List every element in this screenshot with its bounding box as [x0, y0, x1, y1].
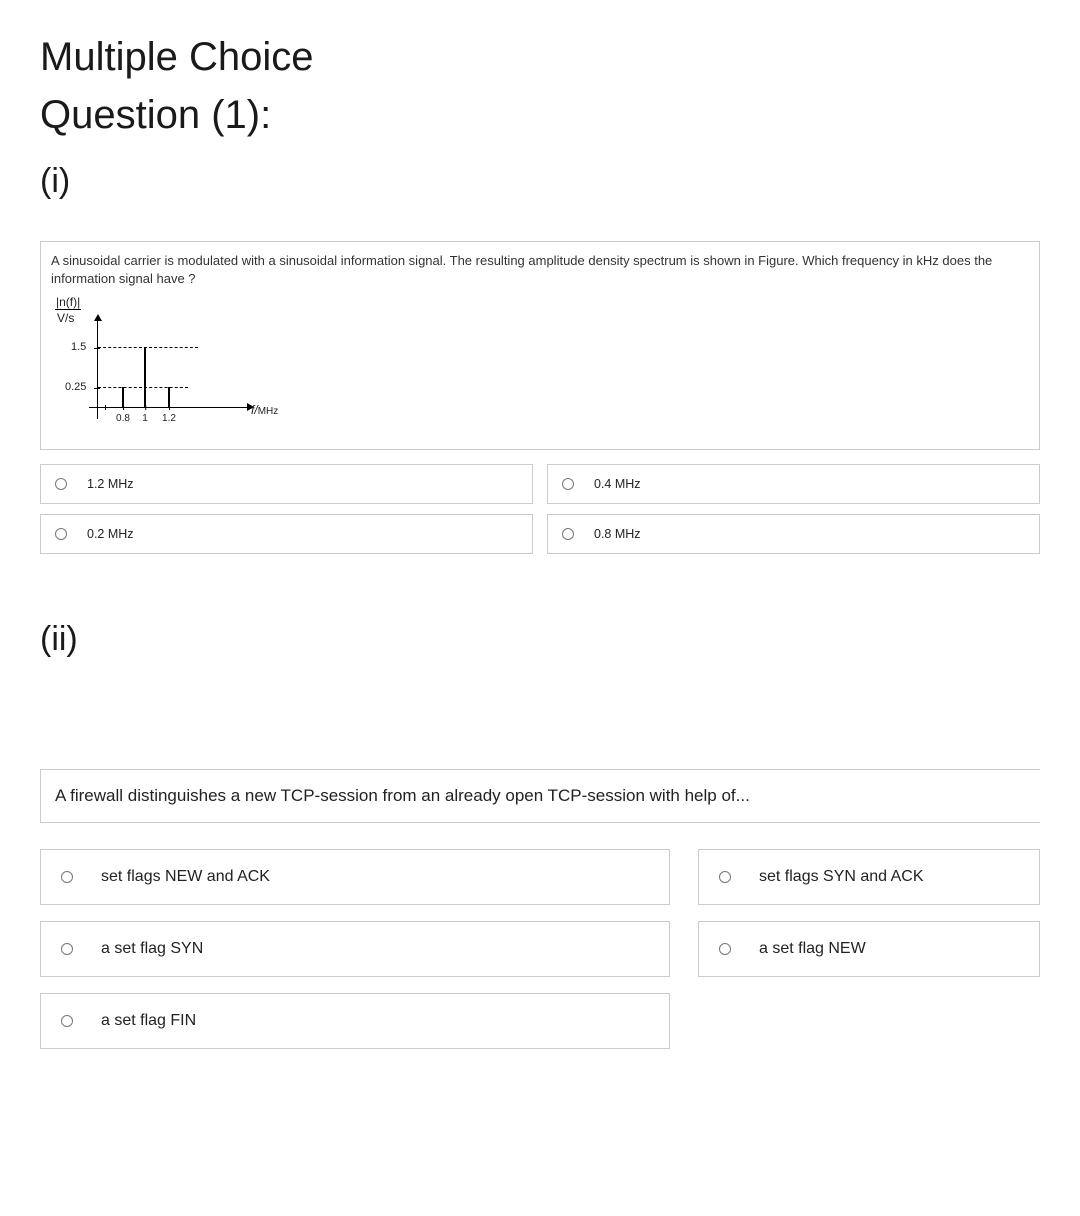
- spectrum-figure: |n(f)| V/s 1.5 0.25: [51, 295, 1029, 435]
- question-1-options: 1.2 MHz 0.2 MHz 0.4 MHz 0.8 MHz: [40, 464, 1040, 554]
- guide-0p25: [98, 387, 188, 388]
- x-tick-3: 1.2: [162, 413, 176, 424]
- q1-option-b-label: 0.4 MHz: [594, 477, 641, 491]
- q2-option-e-label: a set flag FIN: [101, 1012, 196, 1030]
- x-origin-cross: [105, 405, 106, 410]
- radio-icon: [562, 478, 574, 490]
- y-tick-1: 1.5: [71, 341, 86, 353]
- y-tick-2: 0.25: [65, 381, 86, 393]
- heading-line-1: Multiple Choice: [40, 28, 1040, 86]
- radio-icon: [719, 943, 731, 955]
- radio-icon: [61, 943, 73, 955]
- q2-option-d[interactable]: a set flag NEW: [698, 921, 1040, 977]
- x-tick-1: 0.8: [116, 413, 130, 424]
- radio-icon: [61, 1015, 73, 1027]
- q2-option-a[interactable]: set flags NEW and ACK: [40, 849, 670, 905]
- part-ii-label: (ii): [40, 620, 1040, 659]
- guide-1p5: [98, 347, 198, 348]
- question-1-block: A sinusoidal carrier is modulated with a…: [40, 241, 1040, 450]
- q2-option-c[interactable]: a set flag SYN: [40, 921, 670, 977]
- spike-0p8: [122, 387, 124, 407]
- q2-option-b-label: set flags SYN and ACK: [759, 868, 924, 886]
- q2-option-b[interactable]: set flags SYN and ACK: [698, 849, 1040, 905]
- question-2-text: A firewall distinguishes a new TCP-sessi…: [40, 769, 1040, 823]
- question-2-options: set flags NEW and ACK a set flag SYN a s…: [40, 849, 1040, 1049]
- part-i-label: (i): [40, 162, 1040, 201]
- spike-1p0: [144, 347, 146, 407]
- heading-line-2: Question (1):: [40, 86, 1040, 144]
- q1-option-a[interactable]: 1.2 MHz: [40, 464, 533, 504]
- spike-1p2: [168, 387, 170, 407]
- q1-option-d-label: 0.8 MHz: [594, 527, 641, 541]
- q1-option-a-label: 1.2 MHz: [87, 477, 134, 491]
- y-axis-label-top: |n(f)|: [55, 295, 81, 310]
- page-title: Multiple Choice Question (1):: [40, 28, 1040, 144]
- radio-icon: [61, 871, 73, 883]
- radio-icon: [562, 528, 574, 540]
- q2-option-e[interactable]: a set flag FIN: [40, 993, 670, 1049]
- q2-option-c-label: a set flag SYN: [101, 940, 203, 958]
- y-axis: [97, 319, 98, 419]
- q2-option-d-label: a set flag NEW: [759, 940, 866, 958]
- x-axis-label: f/MHz: [251, 403, 278, 417]
- q1-option-d[interactable]: 0.8 MHz: [547, 514, 1040, 554]
- q1-option-c[interactable]: 0.2 MHz: [40, 514, 533, 554]
- radio-icon: [55, 528, 67, 540]
- x-tick-2: 1: [142, 413, 148, 424]
- q1-option-b[interactable]: 0.4 MHz: [547, 464, 1040, 504]
- question-1-text: A sinusoidal carrier is modulated with a…: [51, 252, 1029, 287]
- q1-option-c-label: 0.2 MHz: [87, 527, 134, 541]
- radio-icon: [55, 478, 67, 490]
- y-axis-label-bottom: V/s: [57, 311, 74, 325]
- radio-icon: [719, 871, 731, 883]
- q2-option-a-label: set flags NEW and ACK: [101, 868, 270, 886]
